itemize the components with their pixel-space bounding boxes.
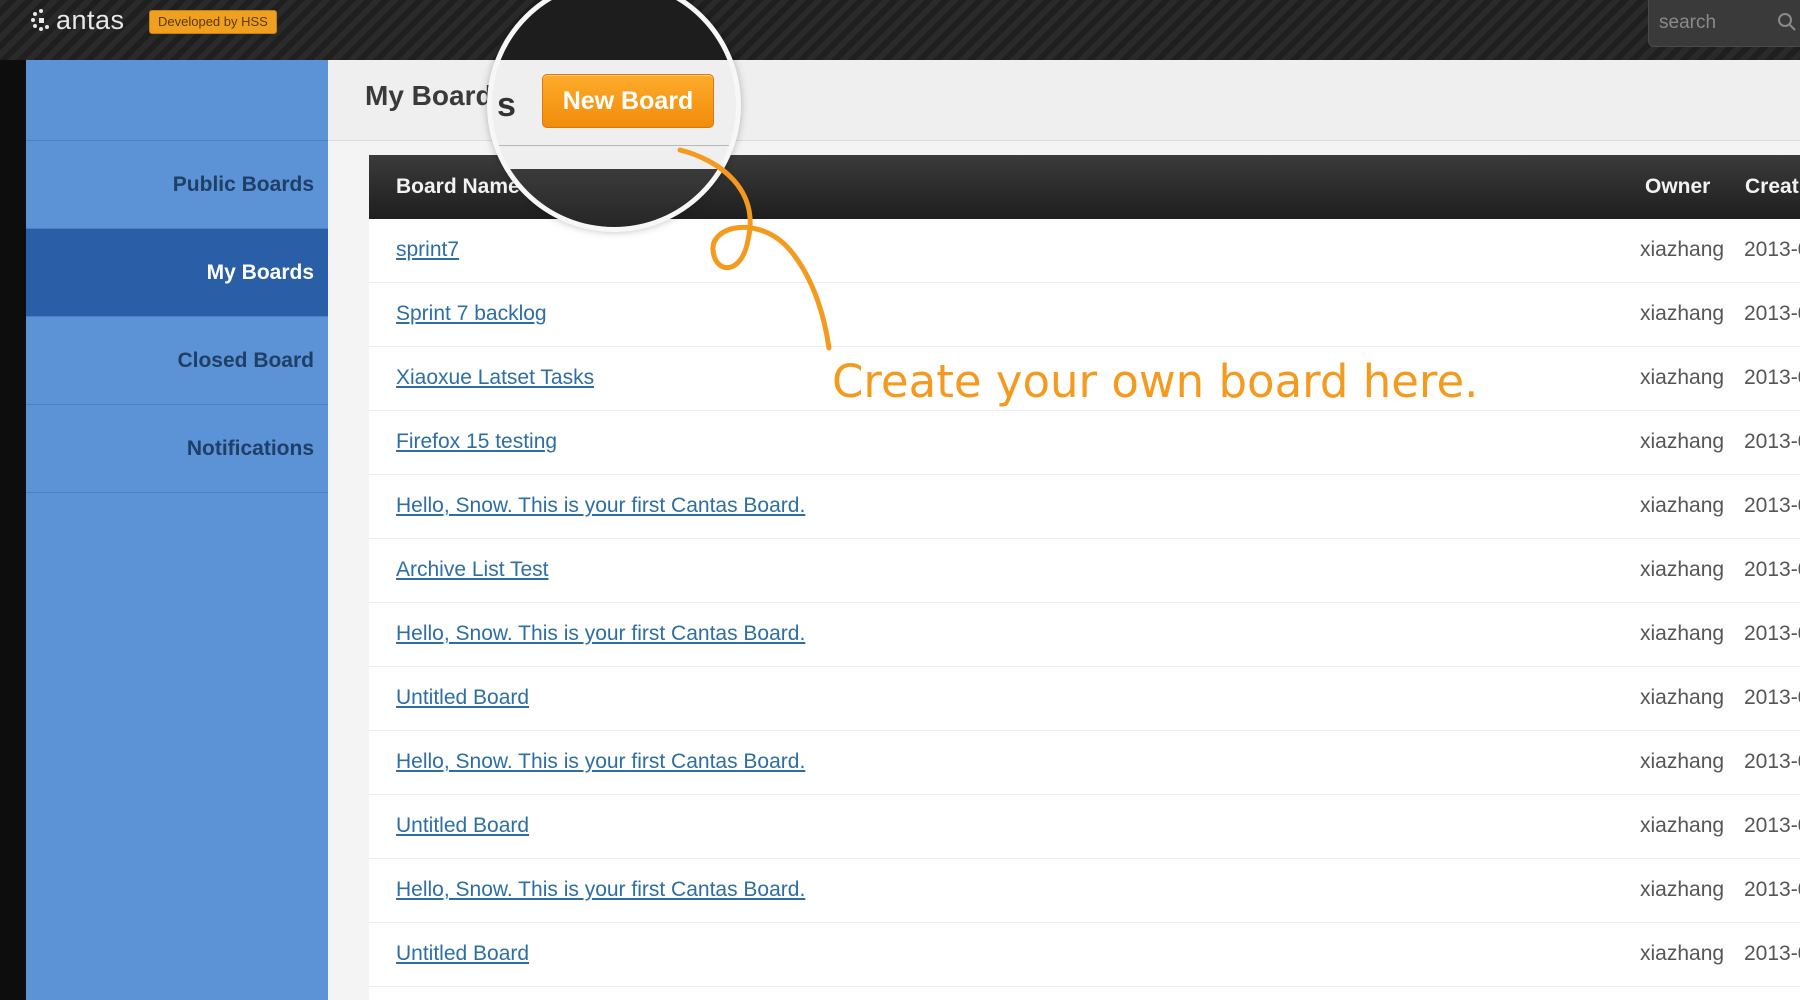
board-name-link[interactable]: Hello, Snow. This is your first Cantas B…	[396, 622, 805, 646]
board-name-link[interactable]: Hello, Snow. This is your first Cantas B…	[396, 750, 805, 774]
logo-mark-icon	[28, 7, 54, 33]
sidebar: Public Boards My Boards Closed Board Not…	[26, 60, 328, 1000]
search-icon[interactable]	[1777, 12, 1797, 32]
board-owner: xiazhang	[1640, 622, 1725, 645]
table-row: Untitled Board xiazhang 2013-0	[369, 667, 1800, 731]
board-creation-date: 2013-0	[1744, 558, 1800, 581]
table-row: Firefox 15 testing xiazhang 2013-0	[369, 411, 1800, 475]
boards-table: Board Name Owner Creatio sprint7xiazhang…	[369, 155, 1800, 1000]
board-creation-date: 2013-0	[1744, 878, 1800, 901]
board-name-link[interactable]: Xiaoxue Latset Tasks	[396, 366, 594, 390]
board-owner: xiazhang	[1640, 750, 1725, 773]
board-creation-date: 2013-0	[1744, 238, 1800, 261]
search-input[interactable]	[1657, 10, 1761, 36]
table-row: Hello, Snow. This is your first Cantas B…	[369, 859, 1800, 923]
lens-title-tail: s	[497, 86, 516, 124]
board-owner: xiazhang	[1640, 430, 1725, 453]
board-creation-date: 2013-0	[1744, 494, 1800, 517]
board-creation-date: 2013-0	[1744, 942, 1800, 965]
page-title: My Board	[365, 80, 493, 111]
lens-table-header	[492, 169, 736, 227]
table-row: Sprint 7 backlog xiazhang 2013-0	[369, 283, 1800, 347]
lens-top-bar	[492, 0, 736, 60]
developer-badge: Developed by HSS	[149, 10, 277, 34]
search-box	[1648, 0, 1800, 47]
table-row: Archive List Test xiazhang 2013-0	[369, 539, 1800, 603]
board-creation-date: 2013-0	[1744, 686, 1800, 709]
board-name-link[interactable]: Firefox 15 testing	[396, 430, 557, 454]
sidebar-item-my-boards[interactable]: My Boards	[26, 229, 328, 317]
top-bar: antas Developed by HSS	[0, 0, 1800, 60]
lens-divider	[492, 145, 736, 146]
column-header-owner[interactable]: Owner	[1645, 175, 1710, 199]
board-creation-date: 2013-0	[1744, 622, 1800, 645]
board-name-link[interactable]: Untitled Board	[396, 814, 529, 838]
table-body: sprint7 xiazhang 2013-0 Sprint 7 backlog xia…	[369, 219, 1800, 987]
sidebar-item-closed-board[interactable]: Closed Board	[26, 317, 328, 405]
board-owner: xiazhang	[1640, 814, 1725, 837]
board-name-link[interactable]: Untitled Board	[396, 686, 529, 710]
table-row: Untitled Board xiazhang 2013-0	[369, 795, 1800, 859]
logo-text: antas	[56, 4, 125, 35]
table-row: Hello, Snow. This is your first Cantas B…	[369, 603, 1800, 667]
app-logo[interactable]: antas	[28, 2, 125, 38]
table-row: Untitled Board xiazhang 2013-0	[369, 923, 1800, 987]
board-owner: xiazhang	[1640, 686, 1725, 709]
board-creation-date: 2013-0	[1744, 302, 1800, 325]
board-owner: xiazhang	[1640, 942, 1725, 965]
board-owner: xiazhang	[1640, 302, 1725, 325]
board-name-link[interactable]: Untitled Board	[396, 942, 529, 966]
sidebar-header	[26, 60, 328, 141]
board-creation-date: 2013-0	[1744, 430, 1800, 453]
table-row: Hello, Snow. This is your first Cantas B…	[369, 731, 1800, 795]
column-header-creation[interactable]: Creatio	[1745, 175, 1800, 199]
board-name-link[interactable]: Hello, Snow. This is your first Cantas B…	[396, 878, 805, 902]
board-owner: xiazhang	[1640, 366, 1725, 389]
board-name-link[interactable]: Sprint 7 backlog	[396, 302, 547, 326]
sidebar-item-notifications[interactable]: Notifications	[26, 405, 328, 493]
board-creation-date: 2013-0	[1744, 366, 1800, 389]
sidebar-item-public-boards[interactable]: Public Boards	[26, 141, 328, 229]
board-owner: xiazhang	[1640, 558, 1725, 581]
table-row: sprint7 xiazhang 2013-0	[369, 219, 1800, 283]
callout-text: Create your own board here.	[832, 355, 1479, 408]
board-name-link[interactable]: Archive List Test	[396, 558, 549, 582]
board-name-link[interactable]: Hello, Snow. This is your first Cantas B…	[396, 494, 805, 518]
board-owner: xiazhang	[1640, 494, 1725, 517]
board-creation-date: 2013-0	[1744, 814, 1800, 837]
board-name-link[interactable]: sprint7	[396, 238, 459, 262]
board-owner: xiazhang	[1640, 878, 1725, 901]
board-owner: xiazhang	[1640, 238, 1725, 261]
table-row: Hello, Snow. This is your first Cantas B…	[369, 475, 1800, 539]
board-creation-date: 2013-0	[1744, 750, 1800, 773]
new-board-button[interactable]: New Board	[542, 74, 714, 128]
